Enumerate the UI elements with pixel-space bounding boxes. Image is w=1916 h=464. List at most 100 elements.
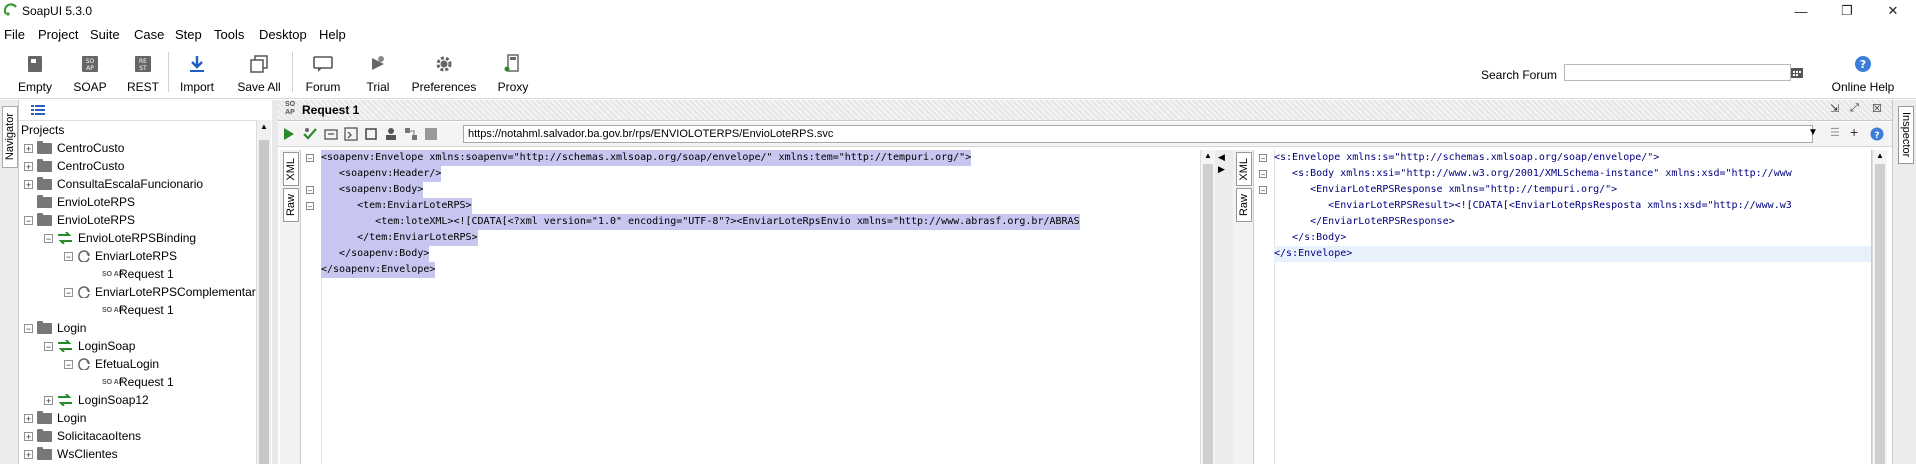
create-assertion-icon[interactable] <box>303 127 317 141</box>
rest-button[interactable]: RE ST REST <box>126 50 160 94</box>
submit-request-icon[interactable] <box>283 127 295 141</box>
collapse-icon[interactable]: − <box>64 251 73 261</box>
inspector-tab[interactable]: Inspector <box>1898 106 1914 164</box>
tree-item-project[interactable]: − Login <box>24 319 86 337</box>
calendar-icon[interactable] <box>1790 66 1804 79</box>
fold-icon[interactable]: − <box>306 154 314 163</box>
tree-item-project[interactable]: + SolicitacaoItens <box>24 427 141 445</box>
collapse-right-icon[interactable]: ▶ <box>1218 164 1225 175</box>
fold-icon[interactable]: − <box>306 202 314 211</box>
scroll-up-icon[interactable]: ▲ <box>257 120 271 134</box>
empty-button[interactable]: Empty <box>15 50 55 94</box>
tree-item-request[interactable]: SO AP Request 1 <box>102 301 174 319</box>
format-xml-icon[interactable] <box>344 127 358 141</box>
collapse-icon[interactable]: − <box>44 341 53 351</box>
navigator-tab[interactable]: Navigator <box>2 106 18 168</box>
user-auth-icon[interactable] <box>384 127 398 141</box>
grey-box-icon[interactable] <box>424 127 438 141</box>
collapse-icon[interactable]: − <box>64 287 73 297</box>
save-all-button[interactable]: Save All <box>236 50 282 94</box>
preferences-button[interactable]: Preferences <box>412 50 476 94</box>
expand-icon[interactable]: + <box>24 161 33 171</box>
collapse-icon[interactable]: − <box>44 233 53 243</box>
response-scroll-thumb[interactable] <box>1875 164 1885 464</box>
request-response-splitter[interactable]: ◀ ▶ <box>1215 150 1233 464</box>
editor-gutter: − − − <box>301 150 322 464</box>
fold-icon[interactable]: − <box>1259 186 1267 195</box>
collapse-icon[interactable]: − <box>24 323 33 333</box>
tree-item-project[interactable]: + WsClientes <box>24 445 118 463</box>
forum-button[interactable]: Forum <box>302 50 344 94</box>
close-button[interactable]: ✕ <box>1870 0 1916 22</box>
tree-root[interactable]: Projects <box>21 121 64 139</box>
response-editor-scrollbar[interactable]: ▲ <box>1872 150 1887 464</box>
menu-case[interactable]: Case <box>134 27 164 42</box>
tree-item-project[interactable]: + Login <box>24 409 86 427</box>
tree-scroll-thumb[interactable] <box>259 140 269 464</box>
menu-desktop[interactable]: Desktop <box>259 27 307 42</box>
scroll-up-icon[interactable]: ▲ <box>1201 150 1215 162</box>
tree-item-project[interactable]: + CentroCusto <box>24 157 124 175</box>
collapse-icon[interactable]: − <box>64 359 73 369</box>
add-endpoint-icon[interactable]: + <box>1850 124 1858 140</box>
scroll-up-icon[interactable]: ▲ <box>1873 150 1887 162</box>
fold-icon[interactable]: − <box>1259 170 1267 179</box>
tree-item-interface[interactable]: − LoginSoap <box>44 337 135 355</box>
tree-item-project[interactable]: + CentroCusto <box>24 139 124 157</box>
menu-suite[interactable]: Suite <box>90 27 120 42</box>
expand-icon[interactable]: + <box>24 449 33 459</box>
tree-item-operation[interactable]: − EnviarLoteRPSComplementar <box>64 283 256 301</box>
fold-icon[interactable]: − <box>306 186 314 195</box>
menu-help[interactable]: Help <box>319 27 346 42</box>
expand-icon[interactable]: + <box>24 431 33 441</box>
collapse-left-icon[interactable]: ◀ <box>1218 152 1225 163</box>
tree-scrollbar[interactable]: ▲ <box>256 120 271 464</box>
edit-endpoint-icon[interactable]: ☰ <box>1830 126 1840 139</box>
add-to-testcase-icon[interactable] <box>324 127 338 141</box>
pane-splitter[interactable] <box>272 100 278 464</box>
request-xml-tab[interactable]: XML <box>283 152 299 186</box>
menu-step[interactable]: Step <box>175 27 202 42</box>
tree-item-operation[interactable]: − EfetuaLogin <box>64 355 159 373</box>
search-forum-input[interactable] <box>1564 64 1791 81</box>
tree-item-project[interactable]: − EnvioLoteRPS <box>24 211 135 229</box>
expand-icon[interactable]: + <box>44 395 53 405</box>
request-scroll-thumb[interactable] <box>1203 164 1213 464</box>
fold-icon[interactable]: − <box>1259 154 1267 163</box>
expand-icon[interactable]: + <box>24 413 33 423</box>
minimize-button[interactable]: — <box>1778 0 1824 22</box>
endpoint-url-field[interactable]: https://notahml.salvador.ba.gov.br/rps/E… <box>463 125 1813 143</box>
tree-item-project[interactable]: EnvioLoteRPS <box>37 193 135 211</box>
menu-project[interactable]: Project <box>38 27 78 42</box>
tree-item-project[interactable]: + ConsultaEscalaFuncionario <box>24 175 203 193</box>
maximize-button[interactable]: ❐ <box>1824 0 1870 22</box>
stop-icon[interactable] <box>364 127 378 141</box>
expand-icon[interactable]: + <box>24 179 33 189</box>
tree-item-operation[interactable]: − EnviarLoteRPS <box>64 247 177 265</box>
request-editor-scrollbar[interactable]: ▲ <box>1200 150 1215 464</box>
url-dropdown-icon[interactable]: ▼ <box>1808 127 1818 138</box>
tree-item-request[interactable]: SO AP Request 1 <box>102 265 174 283</box>
import-button[interactable]: Import <box>176 50 218 94</box>
menu-tools[interactable]: Tools <box>214 27 244 42</box>
online-help-button[interactable]: ? Online Help <box>1828 50 1898 94</box>
response-raw-tab[interactable]: Raw <box>1236 188 1252 222</box>
expand-icon[interactable]: + <box>24 143 33 153</box>
proxy-button[interactable]: Proxy <box>496 50 530 94</box>
help-icon[interactable]: ? <box>1870 127 1884 141</box>
soap-button[interactable]: SO AP SOAP <box>72 50 108 94</box>
endpoint-settings-icon[interactable] <box>404 127 418 141</box>
collapse-icon[interactable]: − <box>24 215 33 225</box>
tree-item-request[interactable]: SO AP Request 1 <box>102 373 174 391</box>
list-view-icon[interactable] <box>31 104 45 116</box>
tree-item-interface[interactable]: + LoginSoap12 <box>44 391 149 409</box>
maximize-editor-icon[interactable]: ⤢ <box>1850 102 1859 115</box>
response-xml-editor[interactable]: − − − <s:Envelope xmlns:s="http://schema… <box>1254 150 1872 464</box>
tree-item-interface[interactable]: − EnvioLoteRPSBinding <box>44 229 196 247</box>
trial-button[interactable]: Trial <box>362 50 394 94</box>
response-xml-tab[interactable]: XML <box>1236 152 1252 186</box>
menu-file[interactable]: File <box>4 27 25 42</box>
request-raw-tab[interactable]: Raw <box>283 188 299 222</box>
detach-icon[interactable]: ⇲ <box>1830 102 1839 115</box>
close-editor-icon[interactable]: ☒ <box>1872 102 1882 115</box>
